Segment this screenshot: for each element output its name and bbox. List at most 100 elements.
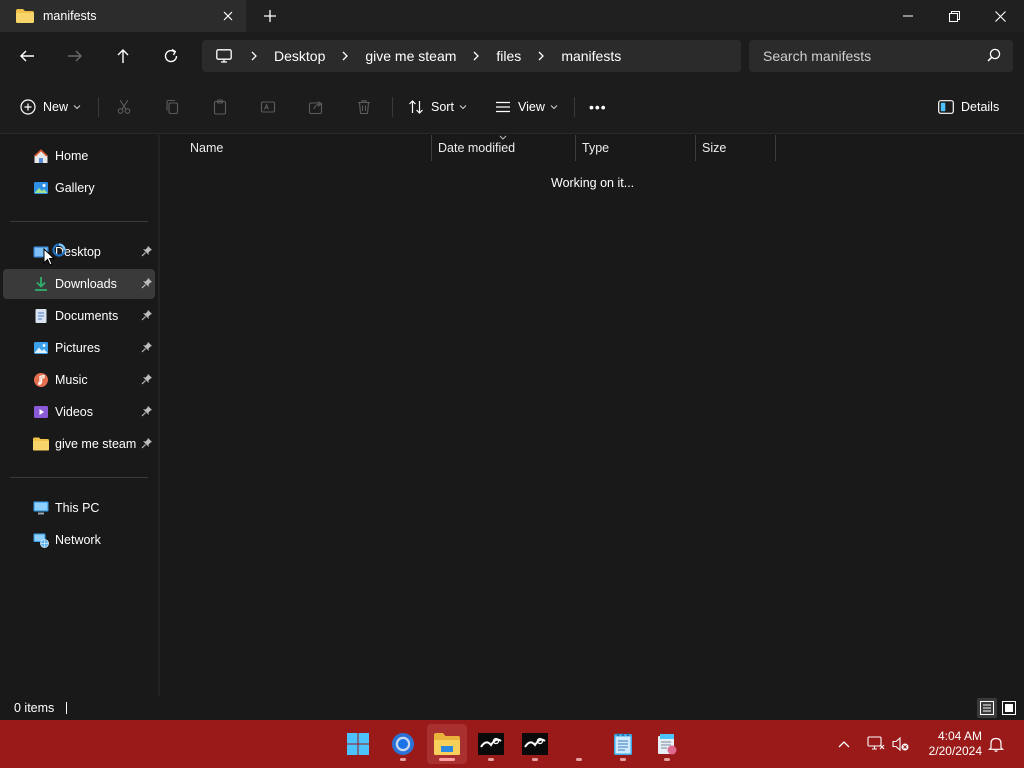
tiles-view-button[interactable]: [999, 698, 1019, 718]
breadcrumb-give-me-steam[interactable]: give me steam: [357, 48, 464, 64]
sidebar-item-give-me-steam[interactable]: give me steam: [3, 429, 155, 459]
more-options-button[interactable]: •••: [589, 92, 607, 122]
search-input[interactable]: [763, 48, 973, 64]
sidebar-item-desktop[interactable]: Desktop: [3, 237, 155, 267]
forward-button[interactable]: [59, 40, 91, 72]
sidebar-item-network[interactable]: Network: [3, 525, 155, 555]
new-tab-button[interactable]: [259, 6, 281, 26]
pin-icon[interactable]: [141, 309, 153, 321]
pin-icon[interactable]: [141, 437, 153, 449]
notifications-button[interactable]: [984, 732, 1008, 756]
sidebar-item-pictures[interactable]: Pictures: [3, 333, 155, 363]
pin-icon[interactable]: [141, 405, 153, 417]
sidebar-item-documents[interactable]: Documents: [3, 301, 155, 331]
taskbar-steam[interactable]: [471, 724, 511, 764]
file-list[interactable]: Name Date modified Type Size Working on …: [160, 135, 1024, 696]
divider: [98, 97, 99, 117]
system-clock[interactable]: 4:04 AM 2/20/2024: [918, 729, 982, 759]
column-header-size[interactable]: Size: [702, 135, 726, 161]
item-count: 0 items: [14, 701, 55, 715]
start-button[interactable]: [338, 724, 378, 764]
column-divider[interactable]: [775, 135, 776, 161]
file-explorer-icon: [434, 733, 460, 755]
scissors-icon: [117, 99, 131, 114]
refresh-button[interactable]: [155, 40, 187, 72]
sidebar-item-gallery[interactable]: Gallery: [3, 173, 155, 203]
tray-volume-button[interactable]: [889, 732, 913, 756]
sidebar-item-this-pc[interactable]: This PC: [3, 493, 155, 523]
running-indicator: [576, 758, 582, 761]
pin-icon[interactable]: [141, 341, 153, 353]
rename-icon: [260, 101, 276, 113]
share-button[interactable]: [308, 92, 324, 122]
column-divider[interactable]: [431, 135, 432, 161]
pin-icon[interactable]: [141, 373, 153, 385]
column-header-type[interactable]: Type: [582, 135, 609, 161]
chevron-right-icon[interactable]: [464, 40, 488, 72]
search-box[interactable]: [749, 40, 1013, 72]
restore-button[interactable]: [931, 0, 977, 32]
taskbar-hidden-app[interactable]: [559, 724, 599, 764]
details-view-icon: [980, 701, 994, 715]
chevron-right-icon[interactable]: [529, 40, 553, 72]
delete-button[interactable]: [356, 92, 372, 122]
details-pane-icon: [938, 100, 954, 114]
running-indicator: [488, 758, 494, 761]
back-button[interactable]: [11, 40, 43, 72]
copy-icon: [166, 99, 179, 115]
column-divider[interactable]: [695, 135, 696, 161]
this-pc-icon[interactable]: [206, 40, 242, 72]
new-button[interactable]: New: [20, 92, 81, 122]
videos-icon: [34, 406, 48, 418]
chevron-right-icon[interactable]: [242, 40, 266, 72]
text-cursor: [66, 702, 68, 714]
details-pane-button[interactable]: Details: [938, 92, 999, 122]
share-icon: [308, 101, 323, 115]
taskbar-steam-2[interactable]: [515, 724, 555, 764]
sidebar-item-home[interactable]: Home: [3, 141, 155, 171]
breadcrumb-files[interactable]: files: [488, 48, 529, 64]
close-window-button[interactable]: [977, 0, 1023, 32]
sidebar-item-label: Network: [55, 533, 101, 547]
sidebar-item-label: Gallery: [55, 181, 95, 195]
up-button[interactable]: [107, 40, 139, 72]
sidebar-item-videos[interactable]: Videos: [3, 397, 155, 427]
tab-manifests[interactable]: manifests: [0, 0, 246, 32]
copy-button[interactable]: [164, 92, 180, 122]
taskbar-file-explorer[interactable]: [427, 724, 467, 764]
view-button[interactable]: View: [495, 92, 558, 122]
column-header-name[interactable]: Name: [190, 135, 223, 161]
chevron-right-icon[interactable]: [333, 40, 357, 72]
running-indicator: [400, 758, 406, 761]
taskbar-installer[interactable]: [647, 724, 687, 764]
minimize-button[interactable]: [885, 0, 931, 32]
pin-icon[interactable]: [141, 277, 153, 289]
start-icon: [347, 733, 369, 755]
breadcrumb-manifests[interactable]: manifests: [553, 48, 629, 64]
column-divider[interactable]: [575, 135, 576, 161]
tray-network-button[interactable]: [864, 732, 888, 756]
pin-icon[interactable]: [141, 245, 153, 257]
tiles-view-icon: [1002, 701, 1016, 715]
sidebar-item-music[interactable]: Music: [3, 365, 155, 395]
close-icon: [994, 10, 1006, 22]
address-bar[interactable]: Desktop give me steam files manifests: [202, 40, 741, 72]
show-hidden-icons-button[interactable]: [832, 732, 856, 756]
breadcrumb-desktop[interactable]: Desktop: [266, 48, 333, 64]
taskbar-notepad[interactable]: [603, 724, 643, 764]
view-label: View: [518, 100, 545, 114]
details-view-button[interactable]: [977, 698, 997, 718]
paste-button[interactable]: [212, 92, 228, 122]
close-tab-icon[interactable]: [218, 6, 238, 26]
search-icon[interactable]: [987, 48, 1001, 62]
sidebar-item-downloads[interactable]: Downloads: [3, 269, 155, 299]
clock-date: 2/20/2024: [928, 744, 982, 758]
taskbar-chrome[interactable]: [383, 724, 423, 764]
sidebar-item-label: Music: [55, 373, 88, 387]
rename-button[interactable]: [260, 92, 276, 122]
sort-button[interactable]: Sort: [408, 92, 467, 122]
cut-button[interactable]: [116, 92, 132, 122]
arrow-right-icon: [68, 50, 82, 62]
taskbar: 4:04 AM 2/20/2024: [0, 720, 1024, 768]
column-header-date-modified[interactable]: Date modified: [438, 135, 515, 161]
